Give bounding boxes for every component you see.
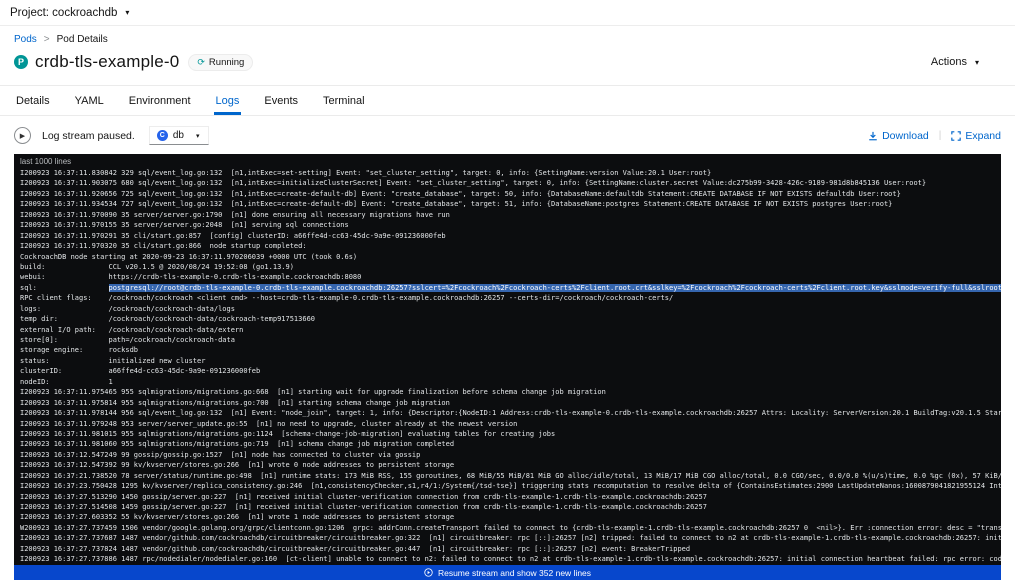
download-label: Download <box>882 130 929 142</box>
log-line: I200923 16:37:11.981015 955 sqlmigration… <box>20 429 1001 439</box>
log-line: I200923 16:37:11.934534 727 sql/event_lo… <box>20 199 1001 209</box>
log-line: store[0]: path=/cockroach/cockroach-data <box>20 335 1001 345</box>
log-line: sql: postgresql://root@crdb-tls-example-… <box>20 283 1001 293</box>
log-line: I200923 16:37:27.737824 1487 vendor/gith… <box>20 544 1001 554</box>
title-row: P crdb-tls-example-0 ⟳ Running Actions ▾ <box>14 52 1001 72</box>
project-selector[interactable]: Project: cockroachdb ▾ <box>10 7 129 19</box>
log-line: I200923 16:37:11.830842 329 sql/event_lo… <box>20 168 1001 178</box>
log-line: I200923 16:37:27.737886 1487 rpc/nodedia… <box>20 554 1001 564</box>
project-bar: Project: cockroachdb ▾ <box>0 0 1015 26</box>
chevron-down-icon: ▾ <box>975 58 979 67</box>
breadcrumb: Pods > Pod Details <box>14 34 1001 45</box>
log-line-count: last 1000 lines <box>14 154 1001 168</box>
log-line: storage engine: rocksdb <box>20 345 1001 355</box>
log-line: I200923 16:37:27.603352 55 kv/kvserver/s… <box>20 512 1001 522</box>
log-line: I200923 16:37:11.979248 953 server/serve… <box>20 419 1001 429</box>
page-title: crdb-tls-example-0 <box>35 52 179 72</box>
log-line: RPC client flags: /cockroach/cockroach <… <box>20 293 1001 303</box>
download-button[interactable]: Download <box>868 130 929 142</box>
tab-environment[interactable]: Environment <box>127 86 193 115</box>
log-line: I200923 16:37:11.920656 725 sql/event_lo… <box>20 189 1001 199</box>
log-line: external I/O path: /cockroach/cockroach-… <box>20 325 1001 335</box>
tab-yaml[interactable]: YAML <box>73 86 106 115</box>
log-lines: I200923 16:37:11.830842 329 sql/event_lo… <box>14 168 1001 565</box>
download-icon <box>868 131 878 141</box>
pod-details-page: Project: cockroachdb ▾ Pods > Pod Detail… <box>0 0 1015 580</box>
selected-log-text: postgresql://root@crdb-tls-example-0.crd… <box>109 284 1001 292</box>
log-line: I200923 16:37:11.970320 35 cli/start.go:… <box>20 241 1001 251</box>
play-circle-icon <box>424 568 433 577</box>
tab-details[interactable]: Details <box>14 86 52 115</box>
container-selector-value: db <box>173 130 184 141</box>
log-line: build: CCL v20.1.5 @ 2020/08/24 19:52:08… <box>20 262 1001 272</box>
container-icon-letter: C <box>160 132 165 139</box>
actions-label: Actions <box>931 56 967 68</box>
log-line: I200923 16:37:27.514508 1459 gossip/serv… <box>20 502 1001 512</box>
log-line: status: initialized new cluster <box>20 356 1001 366</box>
toolbar-divider: | <box>939 130 942 141</box>
pod-icon: P <box>14 55 28 69</box>
log-line: I200923 16:37:27.737687 1487 vendor/gith… <box>20 533 1001 543</box>
breadcrumb-separator: > <box>44 34 50 45</box>
status-label: Running <box>209 57 244 68</box>
log-line: clusterID: a66ffe4d-cc63-45dc-9a9e-09123… <box>20 366 1001 376</box>
log-line: I200923 16:37:11.903075 680 sql/event_lo… <box>20 178 1001 188</box>
expand-label: Expand <box>965 130 1001 142</box>
log-line: I200923 16:37:11.981060 955 sqlmigration… <box>20 439 1001 449</box>
tab-events[interactable]: Events <box>262 86 300 115</box>
container-icon: C <box>157 130 168 141</box>
expand-button[interactable]: Expand <box>951 130 1001 142</box>
container-selector[interactable]: C db ▾ <box>149 126 210 145</box>
log-line: I200923 16:37:11.975814 955 sqlmigration… <box>20 398 1001 408</box>
chevron-down-icon: ▾ <box>196 132 200 140</box>
log-viewer[interactable]: last 1000 lines I200923 16:37:11.830842 … <box>14 154 1001 580</box>
tab-logs[interactable]: Logs <box>214 86 242 115</box>
stream-status-text: Log stream paused. <box>42 130 135 142</box>
log-line: I200923 16:37:11.975465 955 sqlmigration… <box>20 387 1001 397</box>
log-line: W200923 16:37:27.737459 1506 vendor/goog… <box>20 523 1001 533</box>
log-line: I200923 16:37:11.970090 35 server/server… <box>20 210 1001 220</box>
pod-icon-letter: P <box>18 57 24 67</box>
project-selector-label: Project: cockroachdb <box>10 7 117 19</box>
chevron-down-icon: ▾ <box>125 8 129 17</box>
breadcrumb-current: Pod Details <box>57 34 108 45</box>
expand-icon <box>951 131 961 141</box>
log-line: logs: /cockroach/cockroach-data/logs <box>20 304 1001 314</box>
tab-bar: Details YAML Environment Logs Events Ter… <box>0 86 1015 116</box>
log-line: I200923 16:37:27.513290 1450 gossip/serv… <box>20 492 1001 502</box>
log-line: I200923 16:37:12.547249 99 gossip/gossip… <box>20 450 1001 460</box>
sync-icon: ⟳ <box>197 58 205 67</box>
breadcrumb-pods-link[interactable]: Pods <box>14 34 37 45</box>
log-line: I200923 16:37:11.970291 35 cli/start.go:… <box>20 231 1001 241</box>
log-line: I200923 16:37:21.738520 78 server/status… <box>20 471 1001 481</box>
log-line: I200923 16:37:11.970155 35 server/server… <box>20 220 1001 230</box>
log-line: webui: https://crdb-tls-example-0.crdb-t… <box>20 272 1001 282</box>
page-header: Pods > Pod Details P crdb-tls-example-0 … <box>0 26 1015 86</box>
log-line: nodeID: 1 <box>20 377 1001 387</box>
log-line: I200923 16:37:11.978144 956 sql/event_lo… <box>20 408 1001 418</box>
log-toolbar: ▶ Log stream paused. C db ▾ Download | E… <box>0 116 1015 154</box>
log-line: CockroachDB node starting at 2020-09-23 … <box>20 252 1001 262</box>
log-line: temp dir: /cockroach/cockroach-data/cock… <box>20 314 1001 324</box>
resume-stream-bar[interactable]: Resume stream and show 352 new lines <box>14 565 1001 580</box>
actions-dropdown[interactable]: Actions ▾ <box>931 56 1001 68</box>
resume-stream-button[interactable]: ▶ <box>14 127 31 144</box>
resume-stream-label: Resume stream and show 352 new lines <box>438 568 591 578</box>
log-line: I200923 16:37:12.547392 99 kv/kvserver/s… <box>20 460 1001 470</box>
play-icon: ▶ <box>20 132 25 140</box>
status-badge: ⟳ Running <box>188 54 253 71</box>
log-line: I200923 16:37:23.750428 1295 kv/kvserver… <box>20 481 1001 491</box>
tab-terminal[interactable]: Terminal <box>321 86 367 115</box>
